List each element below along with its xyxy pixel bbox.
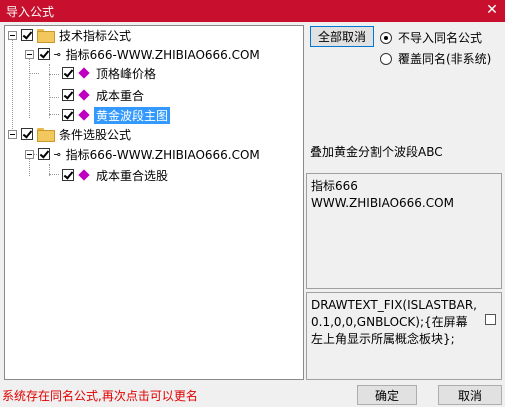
tree-node-label: 成本重合选股: [96, 168, 169, 183]
collapse-toggle[interactable]: [8, 30, 17, 40]
status-message: 系统存在同名公式,再次点击可以更名: [2, 389, 198, 403]
title-bar: 导入公式 ✕: [0, 0, 505, 22]
checkbox[interactable]: [62, 109, 74, 121]
tree-node-item[interactable]: 成本重合选股: [62, 166, 170, 184]
folder-icon: [37, 128, 55, 142]
window-title: 导入公式: [6, 5, 55, 19]
ok-button[interactable]: 确定: [357, 385, 417, 405]
folder-icon: [37, 29, 55, 43]
checkbox[interactable]: [485, 314, 496, 325]
tree-node-label: 技术指标公式: [59, 28, 132, 43]
formula-code-text: DRAWTEXT_FIX(ISLASTBAR,0.1,0,0,GNBLOCK);…: [311, 298, 477, 346]
formula-icon: [78, 89, 90, 101]
tree-node-item-selected[interactable]: 黄金波段主图: [62, 106, 171, 124]
checkbox[interactable]: [62, 67, 74, 79]
tree-node-label: 条件选股公式: [59, 127, 132, 142]
tree-node-group2[interactable]: ⊸ 指标666-WWW.ZHIBIAO666.COM: [25, 145, 262, 163]
formula-tree[interactable]: 技术指标公式 ⊸ 指标666-WWW.ZHIBIAO666.COM 顶格峰价格 …: [4, 25, 304, 380]
collapse-toggle[interactable]: [8, 129, 17, 139]
option-no-import[interactable]: 不导入同名公式: [380, 29, 482, 46]
tree-node-item[interactable]: 成本重合: [62, 86, 146, 104]
formula-name-panel: 指标666 WWW.ZHIBIAO666.COM: [306, 173, 502, 289]
tree-node-label: 顶格峰价格: [96, 66, 157, 81]
tree-node-label: 成本重合: [96, 88, 145, 103]
tree-node-group1[interactable]: ⊸ 指标666-WWW.ZHIBIAO666.COM: [25, 45, 262, 63]
formula-icon: [78, 109, 90, 121]
cancel-button[interactable]: 取消: [438, 385, 502, 405]
formula-code-panel[interactable]: DRAWTEXT_FIX(ISLASTBAR,0.1,0,0,GNBLOCK);…: [306, 292, 502, 380]
option-label: 覆盖同名(非系统): [398, 52, 492, 66]
collapse-toggle[interactable]: [25, 49, 34, 59]
tree-node-label: 指标666-WWW.ZHIBIAO666.COM: [65, 47, 260, 62]
tree-node-stock-selection[interactable]: 条件选股公式: [8, 125, 133, 143]
tree-node-label: 指标666-WWW.ZHIBIAO666.COM: [65, 147, 260, 162]
key-icon: ⊸: [54, 147, 61, 161]
tree-node-label: 黄金波段主图: [94, 106, 171, 124]
key-icon: ⊸: [54, 47, 61, 61]
tree-node-tech-indicator[interactable]: 技术指标公式: [8, 26, 133, 44]
checkbox[interactable]: [62, 169, 74, 181]
checkbox[interactable]: [38, 48, 50, 60]
option-label: 不导入同名公式: [398, 31, 483, 45]
formula-icon: [78, 67, 90, 79]
checkbox[interactable]: [38, 148, 50, 160]
option-overwrite[interactable]: 覆盖同名(非系统): [380, 50, 491, 67]
checkbox[interactable]: [62, 89, 74, 101]
checkbox[interactable]: [21, 29, 33, 41]
close-icon[interactable]: ✕: [484, 2, 500, 18]
formula-icon: [78, 169, 90, 181]
formula-description: 叠加黄金分割个波段ABC: [310, 145, 443, 159]
tree-node-item[interactable]: 顶格峰价格: [62, 64, 158, 82]
radio-button[interactable]: [380, 52, 392, 65]
collapse-toggle[interactable]: [25, 149, 34, 159]
checkbox[interactable]: [21, 128, 33, 140]
cancel-all-button[interactable]: 全部取消: [310, 26, 374, 47]
radio-button[interactable]: [380, 31, 392, 44]
